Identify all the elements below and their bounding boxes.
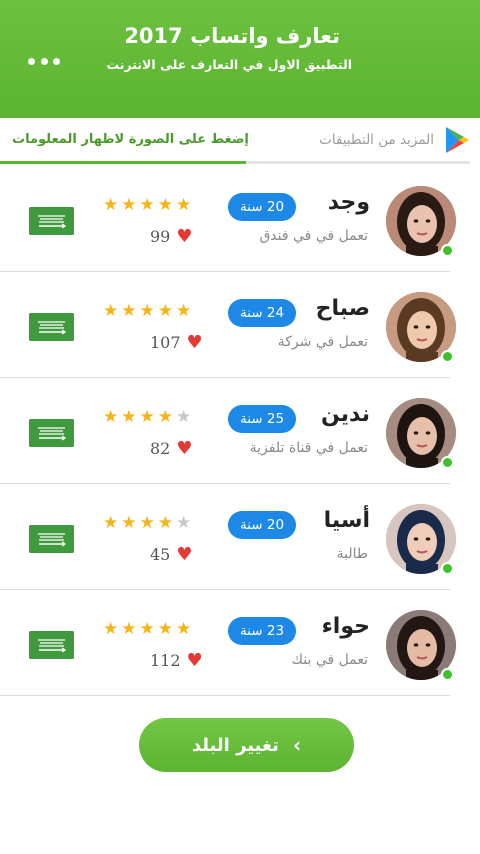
saudi-flag-icon (29, 207, 74, 235)
star-icon: ★ (157, 195, 173, 215)
online-status-dot (441, 456, 454, 469)
profile-name: صباح (315, 296, 370, 321)
rating-stars: ★ ★ ★ ★ ★ (103, 620, 191, 638)
profile-list: وجد تعمل في في فندق 20 سنة ★ ★ ★ ★ ★ 99 ♥ (0, 166, 480, 696)
profile-name: حواء (321, 614, 370, 639)
online-status-dot (441, 668, 454, 681)
profile-row[interactable]: وجد تعمل في في فندق 20 سنة ★ ★ ★ ★ ★ 99 ♥ (0, 166, 480, 272)
rating-stars: ★ ★ ★ ★ ★ (103, 514, 191, 532)
profile-name: وجد (327, 190, 370, 215)
saudi-flag-icon (29, 631, 74, 659)
tab-more-apps[interactable]: المزيد من التطبيقات (246, 118, 470, 164)
tab-more-apps-label: المزيد من التطبيقات (319, 131, 434, 148)
likes-count: 99 (150, 227, 171, 246)
online-status-dot (441, 244, 454, 257)
online-status-dot (441, 562, 454, 575)
likes: 112 ♥ (150, 651, 203, 670)
profile-row[interactable]: أسيا طالبة 20 سنة ★ ★ ★ ★ ★ 45 ♥ (0, 484, 480, 590)
star-icon: ★ (176, 301, 192, 321)
chevron-left-icon: ‹ (292, 733, 302, 757)
star-icon: ★ (103, 301, 119, 321)
star-icon: ★ (176, 195, 192, 215)
likes: 82 ♥ (150, 439, 193, 458)
saudi-flag-icon (29, 419, 74, 447)
star-icon: ★ (139, 407, 155, 427)
star-icon: ★ (121, 301, 137, 321)
likes-count: 82 (150, 439, 171, 458)
heart-icon: ♥ (176, 437, 193, 459)
tab-bar: إضغط على الصورة لاظهار المعلومات المزيد … (0, 118, 480, 168)
heart-icon: ♥ (186, 649, 203, 671)
row-divider (0, 695, 450, 696)
age-badge: 20 سنة (228, 511, 296, 539)
profile-job: تعمل في في فندق (259, 228, 368, 244)
change-country-button[interactable]: تغيير البلد ‹ (139, 718, 354, 772)
online-status-dot (441, 350, 454, 363)
profile-row[interactable]: صباح تعمل في شركة 24 سنة ★ ★ ★ ★ ★ 107 ♥ (0, 272, 480, 378)
more-dots-icon[interactable] (28, 54, 60, 68)
change-country-label: تغيير البلد (191, 734, 279, 756)
star-icon: ★ (157, 513, 173, 533)
profile-job: تعمل في قناة تلفزية (249, 440, 368, 456)
rating-stars: ★ ★ ★ ★ ★ (103, 196, 191, 214)
heart-icon: ♥ (176, 225, 193, 247)
star-icon: ★ (103, 407, 119, 427)
saudi-flag-icon (29, 525, 74, 553)
tab-tap-photo[interactable]: إضغط على الصورة لاظهار المعلومات (0, 118, 249, 164)
star-icon: ★ (121, 513, 137, 533)
heart-icon: ♥ (186, 331, 203, 353)
star-icon: ★ (176, 513, 192, 533)
star-icon: ★ (157, 619, 173, 639)
likes-count: 45 (150, 545, 171, 564)
rating-stars: ★ ★ ★ ★ ★ (103, 408, 191, 426)
star-icon: ★ (176, 619, 192, 639)
profile-job: تعمل في بنك (291, 652, 368, 668)
star-icon: ★ (121, 407, 137, 427)
likes: 107 ♥ (150, 333, 203, 352)
likes: 45 ♥ (150, 545, 193, 564)
profile-row[interactable]: ندين تعمل في قناة تلفزية 25 سنة ★ ★ ★ ★ ★ 82… (0, 378, 480, 484)
profile-name: أسيا (323, 508, 370, 533)
likes-count: 112 (150, 651, 181, 670)
star-icon: ★ (139, 195, 155, 215)
star-icon: ★ (139, 513, 155, 533)
profile-job: طالبة (336, 546, 368, 562)
app-header: تعارف واتساب 2017 التطبيق الاول في التعا… (0, 0, 480, 118)
age-badge: 20 سنة (228, 193, 296, 221)
star-icon: ★ (103, 513, 119, 533)
app-title: تعارف واتساب 2017 (124, 24, 340, 48)
age-badge: 23 سنة (228, 617, 296, 645)
star-icon: ★ (176, 407, 192, 427)
star-icon: ★ (139, 301, 155, 321)
profile-row[interactable]: حواء تعمل في بنك 23 سنة ★ ★ ★ ★ ★ 112 ♥ (0, 590, 480, 696)
tab-tap-photo-label: إضغط على الصورة لاظهار المعلومات (12, 132, 249, 147)
star-icon: ★ (157, 407, 173, 427)
star-icon: ★ (157, 301, 173, 321)
likes: 99 ♥ (150, 227, 193, 246)
age-badge: 24 سنة (228, 299, 296, 327)
heart-icon: ♥ (176, 543, 193, 565)
profile-job: تعمل في شركة (277, 334, 368, 350)
star-icon: ★ (103, 195, 119, 215)
star-icon: ★ (121, 619, 137, 639)
profile-name: ندين (320, 402, 370, 427)
play-store-icon (446, 126, 469, 153)
likes-count: 107 (150, 333, 181, 352)
age-badge: 25 سنة (228, 405, 296, 433)
star-icon: ★ (139, 619, 155, 639)
saudi-flag-icon (29, 313, 74, 341)
app-subtitle: التطبيق الاول في التعارف على الانترنت (106, 57, 352, 72)
rating-stars: ★ ★ ★ ★ ★ (103, 302, 191, 320)
star-icon: ★ (121, 195, 137, 215)
star-icon: ★ (103, 619, 119, 639)
